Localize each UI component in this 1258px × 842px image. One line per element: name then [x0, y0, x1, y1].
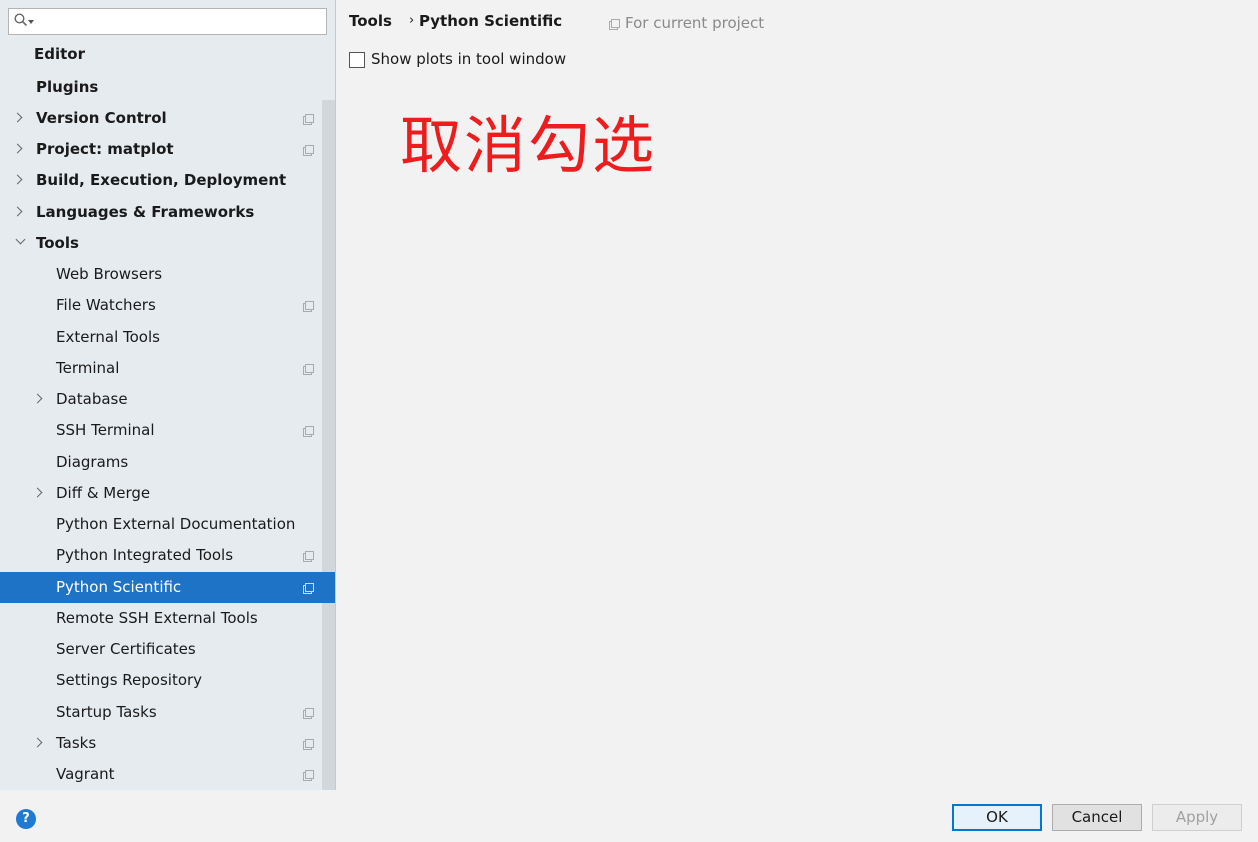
sidebar-item-label: Terminal	[56, 359, 120, 377]
sidebar-item-server-certificates[interactable]: Server Certificates	[0, 634, 335, 665]
sidebar-item-label: Editor	[34, 45, 85, 63]
sidebar-item-version-control[interactable]: Version Control	[0, 103, 335, 134]
sidebar-item-label: Python External Documentation	[56, 515, 296, 533]
cancel-button[interactable]: Cancel	[1052, 804, 1142, 831]
sidebar-item-label: External Tools	[56, 328, 160, 346]
project-scope-icon	[303, 739, 314, 750]
sidebar-item-python-integrated-tools[interactable]: Python Integrated Tools	[0, 540, 335, 571]
settings-content-panel: Tools › Python Scientific For current pr…	[337, 0, 1258, 790]
sidebar-item-file-watchers[interactable]: File Watchers	[0, 290, 335, 321]
sidebar-item-label: Settings Repository	[56, 671, 203, 689]
project-scope-icon	[303, 301, 314, 312]
sidebar-item-label: Database	[56, 390, 128, 408]
settings-sidebar: Editor Plugins Version Control Project: …	[0, 0, 336, 790]
sidebar-item-diagrams[interactable]: Diagrams	[0, 447, 335, 478]
project-scope-icon	[303, 551, 314, 562]
search-icon	[14, 13, 27, 26]
sidebar-item-label: Project: matplot	[36, 140, 174, 158]
sidebar-item-settings-repository[interactable]: Settings Repository	[0, 665, 335, 696]
sidebar-item-diff-merge[interactable]: Diff & Merge	[0, 478, 335, 509]
sidebar-item-project[interactable]: Project: matplot	[0, 134, 335, 165]
project-scope-icon	[303, 114, 314, 125]
sidebar-item-label: Tools	[36, 234, 79, 252]
project-scope-icon	[303, 708, 314, 719]
project-scope-icon	[303, 770, 314, 781]
chevron-down-icon[interactable]	[15, 234, 26, 245]
chevron-right-icon[interactable]	[32, 737, 43, 748]
chevron-right-icon[interactable]	[12, 206, 23, 217]
sidebar-item-label: Remote SSH External Tools	[56, 609, 258, 627]
sidebar-item-python-external-documentation[interactable]: Python External Documentation	[0, 509, 335, 540]
sidebar-item-label: Plugins	[36, 78, 99, 96]
dialog-footer: ? OK Cancel Apply	[0, 790, 1258, 842]
sidebar-item-label: Server Certificates	[56, 640, 196, 658]
sidebar-item-vagrant[interactable]: Vagrant	[0, 759, 335, 790]
sidebar-item-label: File Watchers	[56, 296, 156, 314]
breadcrumb-python-scientific: Python Scientific	[419, 12, 563, 30]
project-scope-icon	[303, 583, 314, 594]
chevron-right-icon[interactable]	[12, 112, 23, 123]
project-scope-icon	[303, 426, 314, 437]
apply-button[interactable]: Apply	[1152, 804, 1242, 831]
sidebar-item-ssh-terminal[interactable]: SSH Terminal	[0, 415, 335, 446]
sidebar-item-tools[interactable]: Tools	[0, 228, 335, 259]
scope-note-label: For current project	[625, 14, 765, 32]
sidebar-item-label: SSH Terminal	[56, 421, 155, 439]
project-scope-icon	[303, 364, 314, 375]
search-options-caret-icon[interactable]	[28, 20, 34, 24]
chevron-right-icon[interactable]	[32, 393, 43, 404]
sidebar-item-label: Diagrams	[56, 453, 129, 471]
sidebar-item-label: Diff & Merge	[56, 484, 151, 502]
project-scope-icon	[303, 145, 314, 156]
show-plots-label[interactable]: Show plots in tool window	[371, 50, 566, 68]
chevron-right-icon[interactable]	[12, 174, 23, 185]
sidebar-item-build-execution-deployment[interactable]: Build, Execution, Deployment	[0, 165, 335, 196]
search-input[interactable]	[8, 8, 327, 35]
ok-button[interactable]: OK	[952, 804, 1042, 831]
sidebar-item-label: Build, Execution, Deployment	[36, 171, 287, 189]
sidebar-item-web-browsers[interactable]: Web Browsers	[0, 259, 335, 290]
chevron-right-icon[interactable]	[12, 143, 23, 154]
breadcrumb-separator: ›	[409, 13, 415, 28]
sidebar-item-startup-tasks[interactable]: Startup Tasks	[0, 697, 335, 728]
sidebar-item-label: Python Scientific	[56, 578, 182, 596]
sidebar-item-languages-frameworks[interactable]: Languages & Frameworks	[0, 197, 335, 228]
sidebar-item-tasks[interactable]: Tasks	[0, 728, 335, 759]
sidebar-item-python-scientific[interactable]: Python Scientific	[0, 572, 335, 603]
sidebar-item-label: Version Control	[36, 109, 167, 127]
breadcrumb-tools: Tools	[349, 12, 392, 30]
sidebar-item-label: Vagrant	[56, 765, 115, 783]
sidebar-item-editor[interactable]: Editor	[0, 39, 335, 70]
sidebar-item-terminal[interactable]: Terminal	[0, 353, 335, 384]
sidebar-item-label: Python Integrated Tools	[56, 546, 234, 564]
sidebar-item-label: Languages & Frameworks	[36, 203, 255, 221]
annotation-text: 取消勾选	[400, 109, 657, 182]
chevron-right-icon[interactable]	[32, 487, 43, 498]
show-plots-checkbox[interactable]	[349, 52, 365, 68]
project-scope-icon	[609, 19, 620, 30]
help-button[interactable]: ?	[16, 809, 36, 829]
sidebar-item-database[interactable]: Database	[0, 384, 335, 415]
sidebar-item-label: Tasks	[56, 734, 97, 752]
sidebar-item-label: Web Browsers	[56, 265, 163, 283]
sidebar-item-external-tools[interactable]: External Tools	[0, 322, 335, 353]
sidebar-item-label: Startup Tasks	[56, 703, 157, 721]
sidebar-item-plugins[interactable]: Plugins	[0, 72, 335, 103]
sidebar-item-remote-ssh-external-tools[interactable]: Remote SSH External Tools	[0, 603, 335, 634]
